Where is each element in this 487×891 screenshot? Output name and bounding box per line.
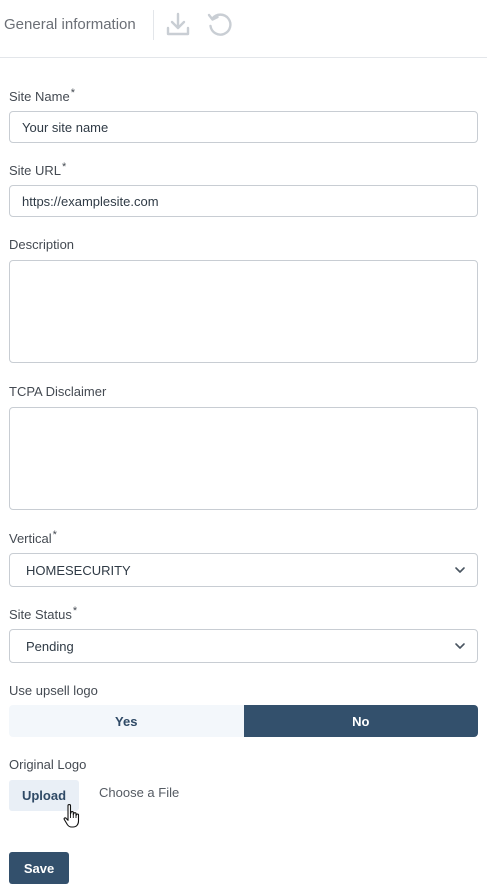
hand-pointer-icon xyxy=(62,803,82,829)
description-textarea[interactable] xyxy=(9,260,478,363)
upsell-logo-label: Use upsell logo xyxy=(9,683,98,698)
vertical-selected-value: HOMESECURITY xyxy=(26,563,131,578)
required-marker: * xyxy=(70,87,75,99)
original-logo-label-text: Original Logo xyxy=(9,757,87,772)
tcpa-label: TCPA Disclaimer xyxy=(9,384,106,399)
site-name-input[interactable] xyxy=(9,111,478,143)
required-marker: * xyxy=(62,161,67,173)
site-name-label-text: Site Name xyxy=(9,89,70,104)
tcpa-textarea[interactable] xyxy=(9,407,478,510)
toggle-yes-button[interactable]: Yes xyxy=(9,705,244,737)
upsell-logo-label-text: Use upsell logo xyxy=(9,683,98,698)
site-url-input[interactable] xyxy=(9,185,478,217)
chevron-down-icon xyxy=(453,639,467,653)
download-icon[interactable] xyxy=(163,9,193,39)
reset-icon[interactable] xyxy=(205,9,235,39)
chevron-down-icon xyxy=(453,563,467,577)
save-button[interactable]: Save xyxy=(9,852,69,884)
tcpa-label-text: TCPA Disclaimer xyxy=(9,384,107,399)
toggle-no-button[interactable]: No xyxy=(243,705,478,737)
page-title: General information xyxy=(4,16,136,33)
site-url-label-text: Site URL xyxy=(9,163,62,178)
description-label: Description xyxy=(9,237,74,252)
required-marker: * xyxy=(52,529,57,541)
site-status-label: Site Status* xyxy=(9,605,78,622)
site-status-select[interactable]: Pending xyxy=(9,629,478,663)
page-header: General information xyxy=(0,0,487,58)
description-label-text: Description xyxy=(9,237,75,252)
original-logo-label: Original Logo xyxy=(9,757,86,772)
site-url-label: Site URL* xyxy=(9,161,67,178)
file-name-text[interactable]: Choose a File xyxy=(99,785,179,800)
vertical-select[interactable]: HOMESECURITY xyxy=(9,553,478,587)
site-name-label: Site Name* xyxy=(9,87,75,104)
site-status-selected-value: Pending xyxy=(26,639,74,654)
vertical-label-text: Vertical xyxy=(9,531,52,546)
vertical-label: Vertical* xyxy=(9,529,57,546)
site-status-label-text: Site Status xyxy=(9,607,72,622)
required-marker: * xyxy=(72,605,78,617)
header-divider xyxy=(153,10,154,40)
upsell-logo-toggle: Yes No xyxy=(9,705,478,737)
